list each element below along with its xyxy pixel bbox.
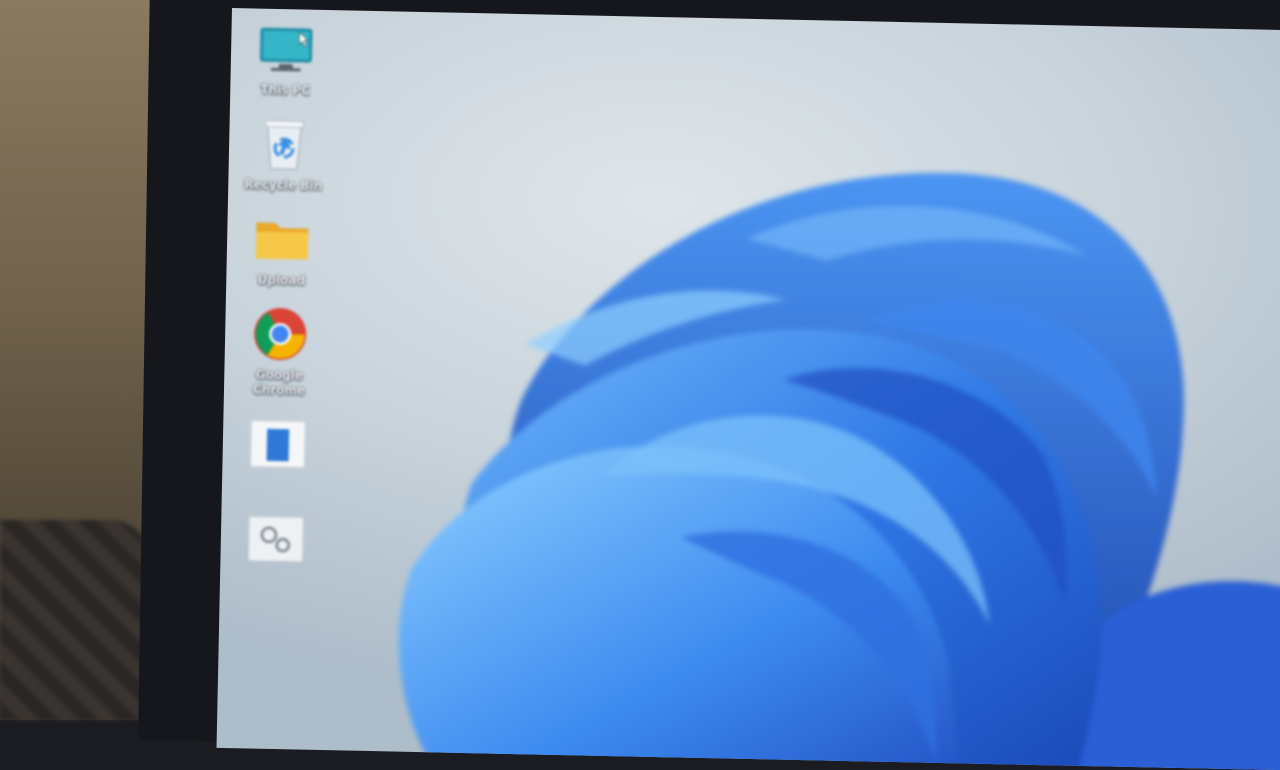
- bloom-wallpaper: [217, 8, 1280, 770]
- folder-icon: [252, 210, 313, 267]
- desktop-icon-google-chrome[interactable]: Google Chrome: [234, 305, 326, 399]
- desktop-icon-app-shortcut[interactable]: [232, 415, 324, 494]
- desktop-icon-recycle-bin[interactable]: Recycle Bin: [238, 115, 330, 194]
- room-object: [0, 520, 150, 720]
- desktop-icon-label: This PC: [260, 83, 310, 99]
- recycle-bin-icon: [254, 116, 315, 173]
- desktop-icon-folder[interactable]: Upload: [236, 210, 328, 289]
- desktop-icon-label: Google Chrome: [236, 367, 323, 399]
- desktop-icon-label: Recycle Bin: [244, 177, 322, 194]
- desktop-icon-this-pc[interactable]: This PC: [240, 20, 332, 99]
- chrome-icon: [250, 305, 311, 362]
- desktop-icon-app-shortcut-2[interactable]: [230, 510, 322, 589]
- desktop-screen[interactable]: This PC Recycle Bin: [217, 8, 1280, 770]
- app-window-icon: [247, 415, 308, 472]
- monitor-icon: [256, 21, 317, 78]
- desktop-icon-label: Upload: [257, 273, 305, 289]
- gears-icon: [245, 510, 306, 567]
- desktop-icons: This PC Recycle Bin: [230, 20, 332, 589]
